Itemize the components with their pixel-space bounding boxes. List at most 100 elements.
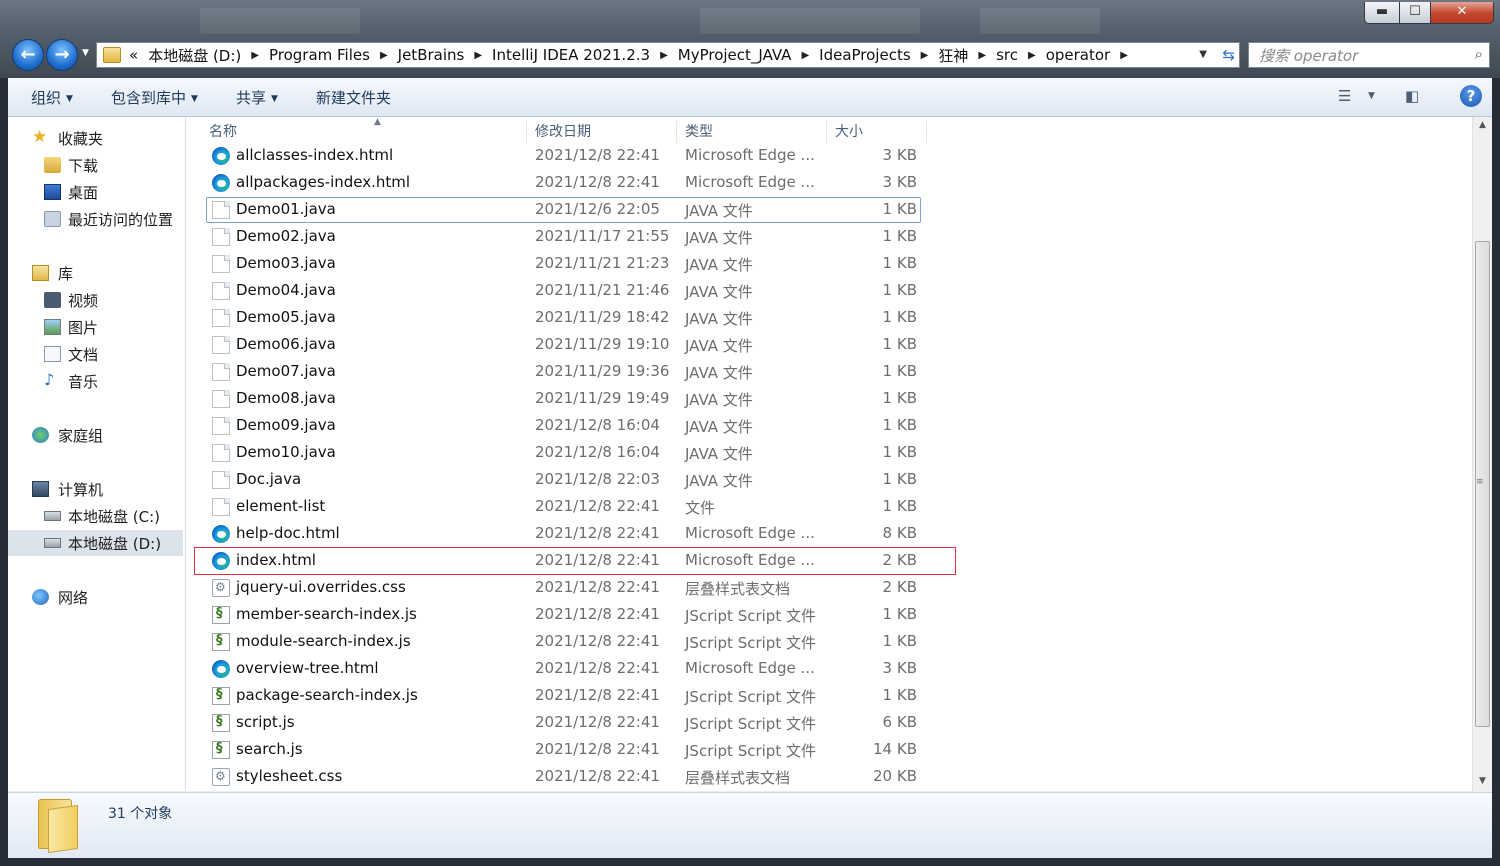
nav-label: 文档 xyxy=(68,346,99,364)
nav-recent-places[interactable]: 最近访问的位置 xyxy=(8,206,183,232)
file-size: 1 KB xyxy=(882,686,917,704)
breadcrumb-item[interactable]: Program Files xyxy=(263,46,376,64)
breadcrumb-separator-icon[interactable]: ▶ xyxy=(247,50,263,61)
breadcrumb-item[interactable]: MyProject_JAVA xyxy=(672,46,798,64)
column-size[interactable]: 大小 xyxy=(827,121,927,143)
forward-button[interactable]: → xyxy=(46,39,78,71)
breadcrumb-separator-icon[interactable]: ▶ xyxy=(917,50,933,61)
file-row[interactable]: Doc.java 2021/12/8 22:03 JAVA 文件 1 KB xyxy=(206,467,921,493)
organize-label: 组织 xyxy=(31,89,62,107)
nav-drive-c[interactable]: 本地磁盘 (C:) xyxy=(8,503,183,529)
breadcrumb-item[interactable]: src xyxy=(990,46,1024,64)
file-date: 2021/12/8 16:04 xyxy=(535,416,660,434)
nav-homegroup[interactable]: 家庭组 xyxy=(8,422,183,448)
search-icon[interactable]: ⌕ xyxy=(1475,45,1483,63)
file-row[interactable]: Demo03.java 2021/11/21 21:23 JAVA 文件 1 KB xyxy=(206,251,921,277)
scroll-up-icon[interactable]: ▲ xyxy=(1473,117,1492,134)
nav-drive-d[interactable]: 本地磁盘 (D:) xyxy=(8,530,183,556)
nav-desktop[interactable]: 桌面 xyxy=(8,179,183,205)
file-row[interactable]: package-search-index.js 2021/12/8 22:41 JS… xyxy=(206,683,921,709)
help-icon[interactable]: ? xyxy=(1460,85,1482,107)
breadcrumb-separator-icon[interactable]: ▶ xyxy=(376,50,392,61)
share-label: 共享 xyxy=(236,89,267,107)
breadcrumb: 本地磁盘 (D:) ▶ Program Files ▶ JetBrains ▶ Intell… xyxy=(142,45,1132,66)
file-row[interactable]: jquery-ui.overrides.css 2021/12/8 22:41 层叠… xyxy=(206,575,921,601)
nav-documents[interactable]: 文档 xyxy=(8,341,183,367)
nav-libraries[interactable]: 库 xyxy=(8,260,183,286)
file-row[interactable]: allpackages-index.html 2021/12/8 22:41 Mic… xyxy=(206,170,921,196)
breadcrumb-item[interactable]: IntelliJ IDEA 2021.2.3 xyxy=(486,46,656,64)
file-row[interactable]: search.js 2021/12/8 22:41 JScript Script 文… xyxy=(206,737,921,763)
search-box[interactable]: ⌕ xyxy=(1248,42,1490,68)
breadcrumb-separator-icon[interactable]: ▶ xyxy=(470,50,486,61)
breadcrumb-item[interactable]: JetBrains xyxy=(392,46,471,64)
nav-network[interactable]: 网络 xyxy=(8,584,183,610)
chevron-down-icon[interactable]: ▼ xyxy=(1368,91,1390,109)
file-row[interactable]: allclasses-index.html 2021/12/8 22:41 Micr… xyxy=(206,143,921,169)
file-row[interactable]: Demo07.java 2021/11/29 19:36 JAVA 文件 1 KB xyxy=(206,359,921,385)
file-row[interactable]: element-list 2021/12/8 22:41 文件 1 KB xyxy=(206,494,921,520)
file-icon xyxy=(212,390,230,408)
nav-music[interactable]: ♪ 音乐 xyxy=(8,368,183,394)
file-row[interactable]: help-doc.html 2021/12/8 22:41 Microsoft Ed… xyxy=(206,521,921,547)
breadcrumb-separator-icon[interactable]: ▶ xyxy=(1024,50,1040,61)
file-name: Demo07.java xyxy=(236,362,336,380)
breadcrumb-item[interactable]: IdeaProjects xyxy=(813,46,917,64)
breadcrumb-separator-icon[interactable]: ▶ xyxy=(656,50,672,61)
preview-pane-icon[interactable]: ◧ xyxy=(1405,87,1427,105)
vertical-scrollbar[interactable]: ▲ ≡ ▼ xyxy=(1472,117,1493,791)
nav-computer[interactable]: 计算机 xyxy=(8,476,183,502)
file-date: 2021/11/29 18:42 xyxy=(535,308,670,326)
breadcrumb-separator-icon[interactable]: ▶ xyxy=(1116,50,1132,61)
search-input[interactable] xyxy=(1257,44,1461,68)
file-date: 2021/11/29 19:10 xyxy=(535,335,670,353)
file-row[interactable]: Demo06.java 2021/11/29 19:10 JAVA 文件 1 KB xyxy=(206,332,921,358)
organize-menu[interactable]: 组织 ▼ xyxy=(31,87,73,108)
address-dropdown-icon[interactable]: ▼ xyxy=(1199,49,1207,60)
column-type[interactable]: 类型 xyxy=(677,121,827,143)
new-folder-button[interactable]: 新建文件夹 xyxy=(316,87,391,108)
column-name[interactable]: 名称 ▲ xyxy=(201,117,527,143)
breadcrumb-item[interactable]: 狂神 xyxy=(932,45,974,66)
address-overflow[interactable]: « xyxy=(125,46,142,64)
file-row[interactable]: module-search-index.js 2021/12/8 22:41 JSc… xyxy=(206,629,921,655)
address-bar[interactable]: « 本地磁盘 (D:) ▶ Program Files ▶ JetBrains ▶ Inte… xyxy=(96,42,1240,68)
breadcrumb-item[interactable]: 本地磁盘 (D:) xyxy=(142,45,247,66)
file-size: 2 KB xyxy=(882,578,917,596)
file-row[interactable]: member-search-index.js 2021/12/8 22:41 JSc… xyxy=(206,602,921,628)
column-date[interactable]: 修改日期 xyxy=(527,121,677,143)
file-row[interactable]: Demo02.java 2021/11/17 21:55 JAVA 文件 1 KB xyxy=(206,224,921,250)
file-icon xyxy=(212,228,230,246)
file-row[interactable]: script.js 2021/12/8 22:41 JScript Script 文… xyxy=(206,710,921,736)
minimize-button[interactable]: ▬ xyxy=(1364,2,1400,24)
file-name: allpackages-index.html xyxy=(236,173,411,191)
view-options-icon[interactable]: ☰ xyxy=(1338,87,1360,105)
nav-downloads[interactable]: 下载 xyxy=(8,152,183,178)
edge-html-icon xyxy=(212,525,230,543)
maximize-button[interactable]: ☐ xyxy=(1399,2,1431,24)
new-folder-label: 新建文件夹 xyxy=(316,89,392,107)
file-row[interactable]: Demo04.java 2021/11/21 21:46 JAVA 文件 1 KB xyxy=(206,278,921,304)
nav-videos[interactable]: 视频 xyxy=(8,287,183,313)
share-menu[interactable]: 共享 ▼ xyxy=(236,87,278,108)
back-button[interactable]: ← xyxy=(12,39,44,71)
scroll-down-icon[interactable]: ▼ xyxy=(1473,773,1492,790)
file-row[interactable]: Demo10.java 2021/12/8 16:04 JAVA 文件 1 KB xyxy=(206,440,921,466)
file-date: 2021/12/8 22:41 xyxy=(535,632,660,650)
file-row[interactable]: Demo01.java 2021/12/6 22:05 JAVA 文件 1 KB xyxy=(206,197,921,223)
file-row[interactable]: Demo05.java 2021/11/29 18:42 JAVA 文件 1 KB xyxy=(206,305,921,331)
breadcrumb-separator-icon[interactable]: ▶ xyxy=(797,50,813,61)
file-row[interactable]: Demo08.java 2021/11/29 19:49 JAVA 文件 1 KB xyxy=(206,386,921,412)
file-row[interactable]: Demo09.java 2021/12/8 16:04 JAVA 文件 1 KB xyxy=(206,413,921,439)
nav-favorites[interactable]: ★ 收藏夹 xyxy=(8,125,183,151)
close-button[interactable]: ✕ xyxy=(1430,2,1494,24)
nav-pictures[interactable]: 图片 xyxy=(8,314,183,340)
breadcrumb-separator-icon[interactable]: ▶ xyxy=(974,50,990,61)
nav-label: 视频 xyxy=(68,292,99,310)
history-dropdown-icon[interactable]: ▼ xyxy=(82,48,92,62)
file-row[interactable]: stylesheet.css 2021/12/8 22:41 层叠样式表文档 20 K… xyxy=(206,764,921,790)
include-library-menu[interactable]: 包含到库中 ▼ xyxy=(111,87,198,108)
file-row[interactable]: overview-tree.html 2021/12/8 22:41 Microso… xyxy=(206,656,921,682)
breadcrumb-item[interactable]: operator xyxy=(1040,46,1117,64)
refresh-icon[interactable]: ⇆ xyxy=(1222,46,1235,64)
